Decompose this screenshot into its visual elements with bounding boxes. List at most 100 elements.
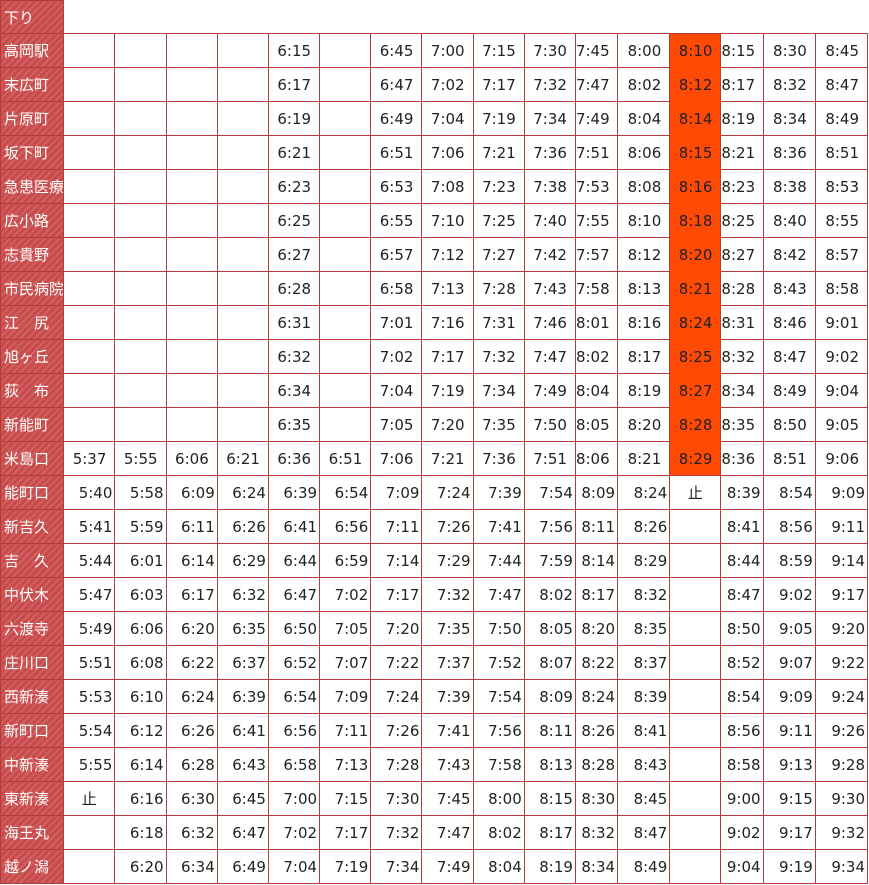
departure-time-cell: 6:43: [216, 747, 269, 782]
departure-time-cell: [669, 645, 722, 680]
departure-time-cell: 8:28: [669, 407, 722, 442]
timetable-row: 海王丸 6:18 6:32 6:47 7:02 7:17 7:32 7:47 8:02 8:17 8…: [0, 815, 869, 850]
departure-time-cell: 6:56: [267, 713, 321, 748]
station-name: 新能町: [0, 407, 65, 442]
departure-time-cell: 8:54: [762, 475, 816, 510]
departure-time-cell: 9:26: [814, 713, 869, 748]
timetable-row: 市民病院 6:28 6:58 7:13 7:28 7:43 7:58 8:13 8:21 8:28…: [0, 271, 869, 306]
departure-time-cell: 6:47: [267, 577, 321, 612]
departure-time-cell: 6:56: [319, 509, 372, 544]
departure-time-cell: 7:51: [574, 135, 619, 170]
departure-time-cell: 8:15: [669, 135, 722, 170]
timetable: 下り 高岡駅 6:15 6:45 7:00 7:15 7:30 7:45 8:00 8:10 8:…: [0, 0, 869, 884]
departure-time-cell: 8:57: [814, 237, 869, 272]
departure-time-cell: 5:51: [63, 645, 116, 680]
departure-time-cell: 8:28: [574, 747, 619, 782]
departure-time-cell: 7:46: [523, 305, 576, 340]
departure-time-cell: 6:10: [114, 679, 167, 714]
departure-time-cell: 6:21: [216, 441, 269, 476]
departure-time-cell: 7:02: [370, 339, 423, 374]
timetable-row: 末広町 6:17 6:47 7:02 7:17 7:32 7:47 8:02 8:12 8:17 8…: [0, 67, 869, 102]
departure-time-cell: [63, 849, 116, 884]
departure-time-cell: 6:30: [165, 781, 218, 816]
departure-time-cell: [165, 67, 218, 102]
departure-time-cell: 7:26: [370, 713, 423, 748]
departure-time-cell: 8:13: [617, 271, 671, 306]
departure-time-cell: 7:20: [370, 611, 423, 646]
departure-time-cell: 7:32: [523, 67, 576, 102]
departure-time-cell: [216, 135, 269, 170]
departure-time-cell: [216, 33, 269, 68]
departure-time-cell: 6:44: [267, 543, 321, 578]
departure-time-cell: 7:23: [472, 169, 525, 204]
departure-time-cell: 6:58: [370, 271, 423, 306]
timetable-row: 新町口 5:54 6:12 6:26 6:41 6:56 7:11 7:26 7:41 7:56 8…: [0, 713, 869, 748]
departure-time-cell: [216, 271, 269, 306]
departure-time-cell: [63, 67, 116, 102]
departure-time-cell: 7:47: [574, 67, 619, 102]
departure-time-cell: 8:04: [617, 101, 671, 136]
departure-time-cell: 7:51: [523, 441, 576, 476]
departure-time-cell: 6:41: [216, 713, 269, 748]
departure-time-cell: 7:00: [267, 781, 321, 816]
departure-time-cell: 6:16: [114, 781, 167, 816]
departure-time-cell: 6:23: [267, 169, 321, 204]
departure-time-cell: 8:12: [669, 67, 722, 102]
departure-time-cell: [216, 305, 269, 340]
departure-time-cell: 7:21: [472, 135, 525, 170]
departure-time-cell: 6:12: [114, 713, 167, 748]
departure-time-cell: 6:14: [165, 543, 218, 578]
departure-time-cell: 7:25: [472, 203, 525, 238]
departure-time-cell: 8:45: [814, 33, 869, 68]
departure-time-cell: 8:17: [720, 67, 764, 102]
departure-time-cell: [114, 135, 167, 170]
departure-time-cell: 7:30: [370, 781, 423, 816]
departure-time-cell: 7:05: [319, 611, 372, 646]
departure-time-cell: 8:24: [617, 475, 671, 510]
departure-time-cell: 8:16: [669, 169, 722, 204]
departure-time-cell: 8:11: [574, 509, 619, 544]
departure-time-cell: 8:54: [720, 679, 764, 714]
timetable-row: 坂下町 6:21 6:51 7:06 7:21 7:36 7:51 8:06 8:15 8:21 8…: [0, 135, 869, 170]
departure-time-cell: 8:21: [669, 271, 722, 306]
departure-time-cell: 8:00: [617, 33, 671, 68]
departure-time-cell: 8:18: [669, 203, 722, 238]
departure-time-cell: 7:58: [472, 747, 525, 782]
departure-time-cell: 6:59: [319, 543, 372, 578]
departure-time-cell: 8:51: [762, 441, 816, 476]
departure-time-cell: [319, 101, 372, 136]
departure-time-cell: 5:55: [114, 441, 167, 476]
departure-time-cell: 8:47: [617, 815, 671, 850]
departure-time-cell: 6:51: [319, 441, 372, 476]
departure-time-cell: 9:14: [814, 543, 869, 578]
departure-time-cell: 9:15: [762, 781, 816, 816]
departure-time-cell: [319, 407, 372, 442]
departure-time-cell: 6:49: [370, 101, 423, 136]
departure-time-cell: 5:44: [63, 543, 116, 578]
departure-time-cell: 9:22: [814, 645, 869, 680]
departure-time-cell: 6:34: [165, 849, 218, 884]
departure-time-cell: [63, 271, 116, 306]
departure-time-cell: 6:55: [370, 203, 423, 238]
departure-time-cell: [669, 781, 722, 816]
departure-time-cell: 9:02: [762, 577, 816, 612]
departure-time-cell: 6:28: [165, 747, 218, 782]
departure-time-cell: 9:17: [762, 815, 816, 850]
departure-time-cell: [63, 135, 116, 170]
departure-time-cell: 7:38: [523, 169, 576, 204]
departure-time-cell: 8:49: [762, 373, 816, 408]
departure-time-cell: 7:09: [319, 679, 372, 714]
departure-time-cell: 6:54: [267, 679, 321, 714]
departure-time-cell: 8:20: [669, 237, 722, 272]
departure-time-cell: 9:04: [720, 849, 764, 884]
departure-time-cell: [114, 373, 167, 408]
station-name: 米島口: [0, 441, 65, 476]
departure-time-cell: [63, 101, 116, 136]
departure-time-cell: 6:41: [267, 509, 321, 544]
departure-time-cell: 9:24: [814, 679, 869, 714]
departure-time-cell: 8:30: [574, 781, 619, 816]
departure-time-cell: 8:36: [720, 441, 764, 476]
departure-time-cell: [669, 577, 722, 612]
departure-time-cell: [63, 237, 116, 272]
departure-time-cell: 7:17: [472, 67, 525, 102]
